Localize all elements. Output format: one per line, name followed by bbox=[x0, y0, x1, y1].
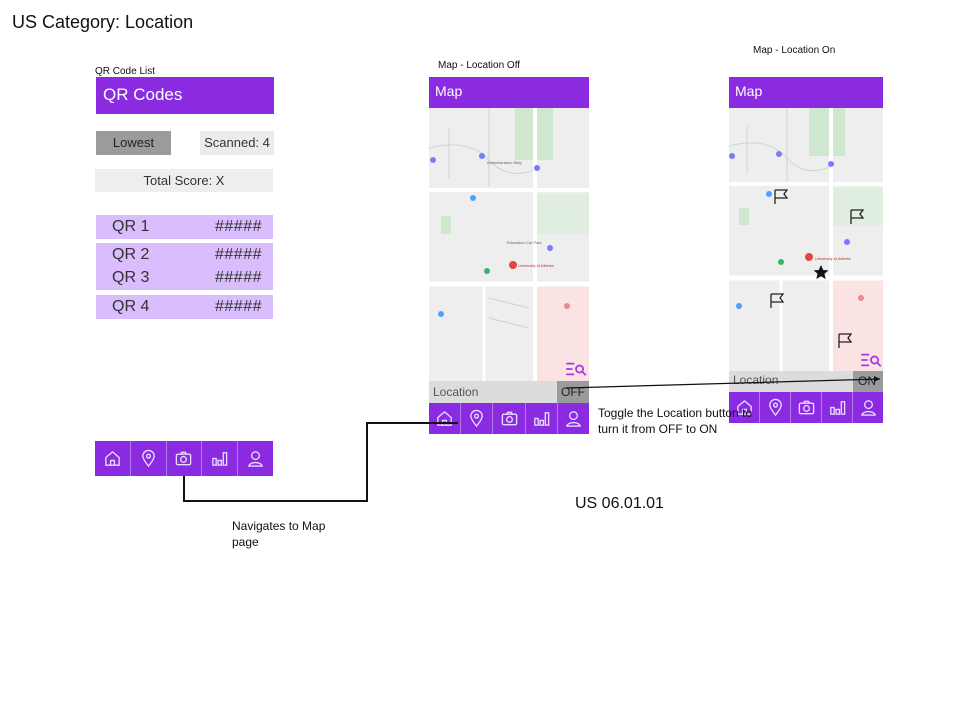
page-title: US Category: Location bbox=[12, 12, 194, 32]
map-on-caption: Map - Location On bbox=[753, 45, 836, 56]
qr-list-caption: QR Code List bbox=[95, 66, 156, 77]
profile-icon bbox=[860, 400, 876, 416]
toggle-annotation: Toggle the Location button to turn it fr… bbox=[598, 406, 753, 436]
nav-camera[interactable] bbox=[167, 441, 203, 476]
nav-map[interactable] bbox=[760, 392, 791, 423]
map-label-uofa: University of Alberta bbox=[518, 263, 554, 268]
search-list-icon[interactable] bbox=[860, 352, 882, 368]
nav-camera[interactable] bbox=[791, 392, 822, 423]
profile-icon bbox=[248, 451, 264, 467]
nav-profile[interactable] bbox=[238, 441, 273, 476]
bottom-nav bbox=[95, 441, 273, 476]
qr-list-item[interactable]: QR 3 ##### bbox=[96, 266, 273, 290]
qr-item-name: QR 1 bbox=[112, 218, 150, 235]
qr-item-score: ##### bbox=[215, 246, 262, 263]
camera-icon bbox=[798, 400, 814, 415]
nav-leaderboard[interactable] bbox=[526, 403, 558, 434]
location-toggle-on[interactable]: ON bbox=[853, 371, 883, 392]
nav-leaderboard[interactable] bbox=[202, 441, 239, 476]
nav-home[interactable] bbox=[429, 403, 462, 434]
qr-item-score: ##### bbox=[215, 269, 262, 286]
location-toggle-off[interactable]: OFF bbox=[557, 381, 589, 403]
qr-item-score: ##### bbox=[215, 298, 262, 315]
qr-item-name: QR 3 bbox=[112, 269, 150, 286]
story-id: US 06.01.01 bbox=[575, 495, 664, 512]
nav-profile[interactable] bbox=[853, 392, 883, 423]
map-off-caption: Map - Location Off bbox=[438, 60, 521, 71]
camera-icon bbox=[176, 451, 192, 466]
location-pin-icon bbox=[470, 409, 484, 428]
profile-icon bbox=[565, 411, 581, 427]
leaderboard-icon bbox=[829, 401, 845, 415]
map-off-view[interactable]: Administration Bldg Education Car Park U… bbox=[429, 108, 589, 381]
sort-lowest-button[interactable]: Lowest bbox=[96, 131, 171, 155]
search-list-icon[interactable] bbox=[565, 361, 587, 377]
location-label: Location bbox=[733, 373, 779, 387]
navigate-annotation: Navigates to Map page bbox=[232, 519, 326, 549]
nav-leaderboard[interactable] bbox=[822, 392, 853, 423]
map-label-admin: Administration Bldg bbox=[487, 160, 521, 165]
map-off-title: Map bbox=[435, 83, 463, 99]
nav-map[interactable] bbox=[461, 403, 494, 434]
location-pin-icon bbox=[141, 449, 155, 468]
map-on-view[interactable]: University of Alberta bbox=[729, 108, 883, 371]
home-icon bbox=[437, 411, 452, 426]
nav-home[interactable] bbox=[95, 441, 131, 476]
qr-item-score: ##### bbox=[215, 218, 262, 235]
qr-list-header: QR Codes bbox=[96, 77, 274, 114]
home-icon bbox=[105, 451, 120, 466]
map-off-header: Map bbox=[429, 77, 589, 108]
qr-item-name: QR 4 bbox=[112, 298, 150, 315]
nav-map[interactable] bbox=[131, 441, 167, 476]
leaderboard-icon bbox=[533, 412, 549, 426]
scanned-count: Scanned: 4 bbox=[200, 131, 274, 155]
qr-list-item[interactable]: QR 1 ##### bbox=[96, 215, 273, 239]
location-pin-icon bbox=[768, 398, 782, 417]
bottom-nav-map-off bbox=[429, 403, 589, 434]
camera-icon bbox=[501, 411, 517, 426]
map-on-title: Map bbox=[735, 83, 763, 99]
map-on-header: Map bbox=[729, 77, 883, 108]
qr-list-item[interactable]: QR 4 ##### bbox=[96, 295, 273, 319]
location-label: Location bbox=[433, 385, 479, 399]
nav-profile[interactable] bbox=[558, 403, 589, 434]
qr-item-name: QR 2 bbox=[112, 246, 150, 263]
leaderboard-icon bbox=[212, 452, 228, 466]
map-label-uofa: University of Alberta bbox=[815, 256, 851, 261]
total-score: Total Score: X bbox=[95, 169, 273, 192]
nav-camera[interactable] bbox=[493, 403, 526, 434]
qr-list-title: QR Codes bbox=[103, 85, 183, 104]
qr-list-item[interactable]: QR 2 ##### bbox=[96, 243, 273, 267]
map-label-carpark: Education Car Park bbox=[507, 240, 542, 245]
